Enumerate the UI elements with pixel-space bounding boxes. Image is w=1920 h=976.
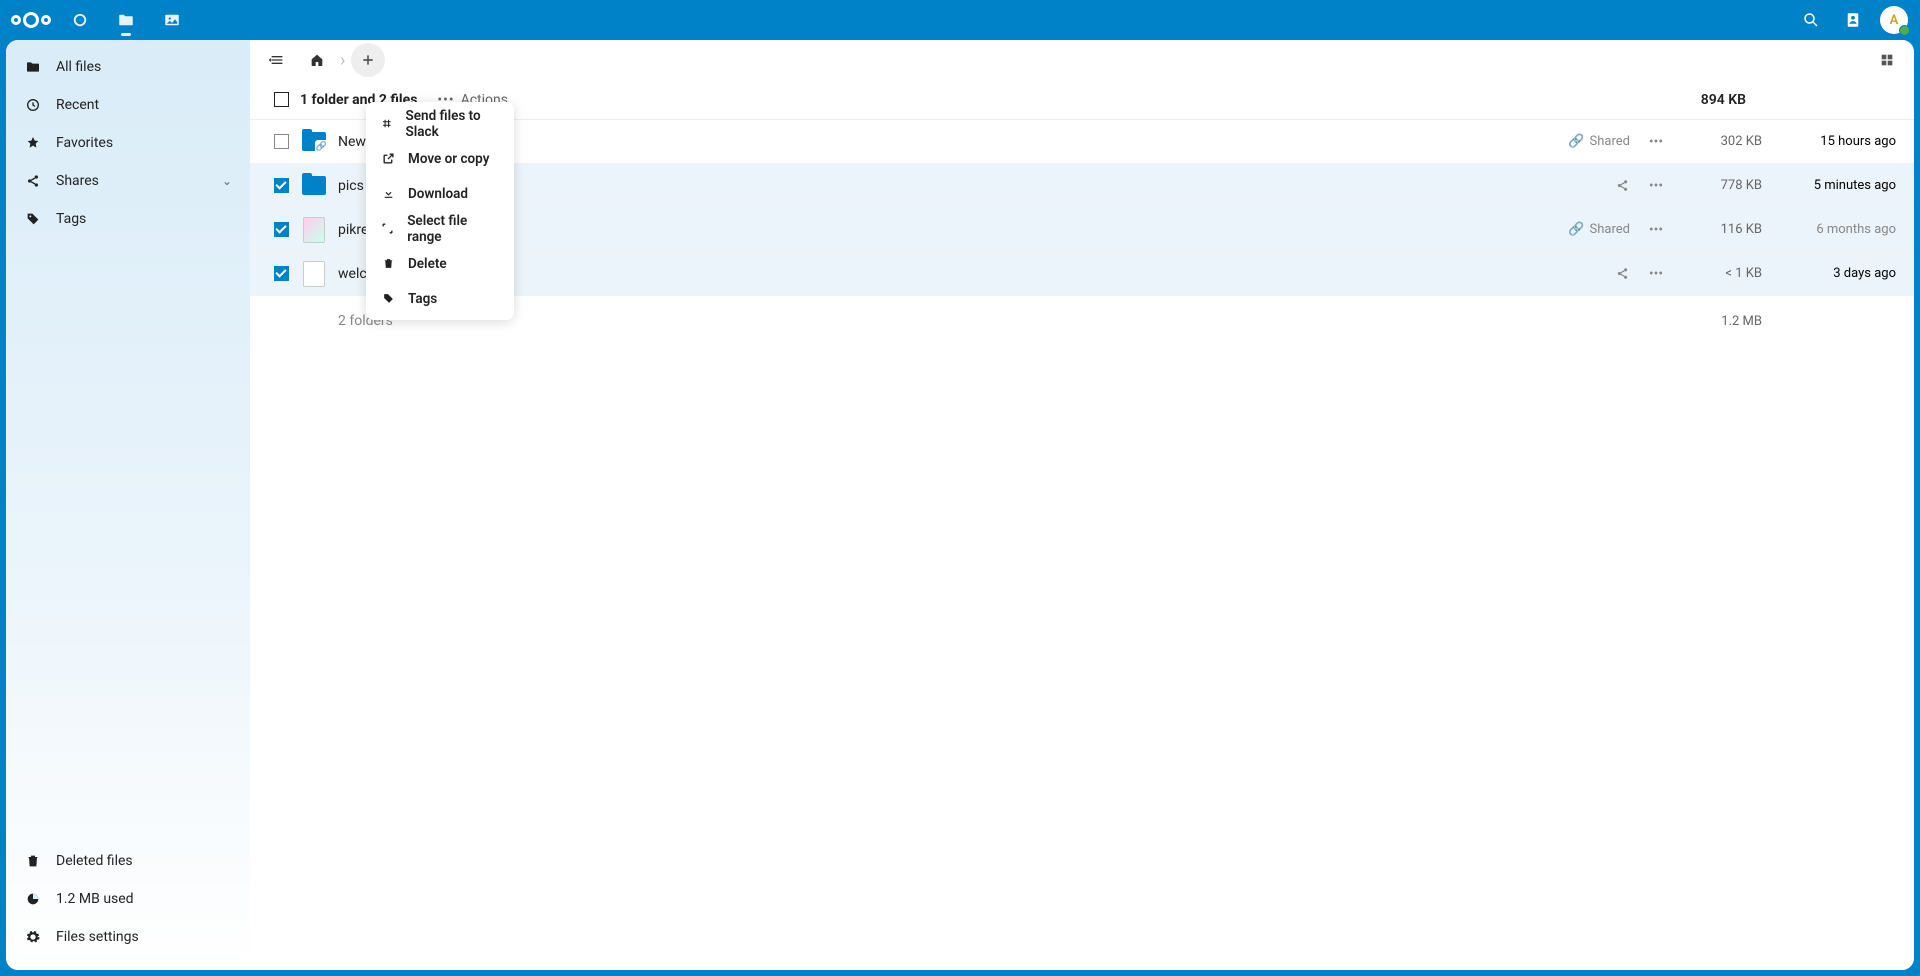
folder-icon — [300, 172, 328, 200]
new-button[interactable] — [351, 43, 385, 77]
tag-icon — [24, 211, 42, 227]
link-icon: 🔗 — [1568, 134, 1584, 149]
breadcrumb-bar: › — [250, 40, 1914, 80]
row-more-icon[interactable]: ••• — [1644, 266, 1668, 282]
sidebar-item-label: Tags — [56, 211, 86, 227]
file-modified: 3 days ago — [1776, 266, 1896, 281]
footer-size: 1.2 MB — [1682, 314, 1762, 329]
sidebar-item-label: 1.2 MB used — [56, 891, 134, 907]
sidebar-item-favorites[interactable]: Favorites — [6, 124, 250, 162]
nextcloud-logo[interactable] — [8, 8, 54, 32]
sidebar-files-settings[interactable]: Files settings — [6, 918, 250, 956]
row-more-icon[interactable]: ••• — [1644, 134, 1668, 150]
sidebar-quota[interactable]: 1.2 MB used — [6, 880, 250, 918]
sidebar-item-shares[interactable]: Shares ⌄ — [6, 162, 250, 200]
share-button[interactable] — [1560, 178, 1630, 193]
file-modified: 5 minutes ago — [1776, 178, 1896, 193]
sidebar-item-label: Favorites — [56, 135, 113, 151]
external-icon — [380, 152, 396, 165]
row-checkbox[interactable] — [274, 178, 289, 193]
breadcrumb-separator: › — [340, 50, 345, 71]
sidebar-item-label: Files settings — [56, 929, 139, 945]
file-modified: 15 hours ago — [1776, 134, 1896, 149]
user-avatar[interactable]: A — [1880, 6, 1908, 34]
grid-view-icon[interactable] — [1870, 43, 1904, 77]
sidebar-item-label: All files — [56, 59, 101, 75]
row-checkbox[interactable] — [274, 134, 289, 149]
menu-tags[interactable]: Tags — [366, 281, 514, 316]
files-app-icon[interactable] — [106, 0, 146, 40]
link-icon: 🔗 — [1568, 222, 1584, 237]
menu-download[interactable]: Download — [366, 176, 514, 211]
toggle-sidebar-icon[interactable] — [260, 43, 294, 77]
star-icon — [24, 135, 42, 151]
document-file-icon — [300, 260, 328, 288]
sidebar-item-all-files[interactable]: All files — [6, 48, 250, 86]
file-size: 116 KB — [1682, 222, 1762, 237]
file-size: < 1 KB — [1682, 266, 1762, 281]
range-icon — [380, 222, 395, 235]
share-icon — [24, 173, 42, 189]
search-icon[interactable] — [1792, 1, 1830, 39]
sidebar-item-label: Shares — [56, 173, 99, 189]
pie-icon — [24, 891, 42, 907]
select-all-checkbox[interactable] — [274, 92, 289, 107]
slack-icon: ⌗ — [380, 116, 394, 132]
image-file-icon — [300, 216, 328, 244]
file-modified: 6 months ago — [1776, 222, 1896, 237]
file-name: pics — [338, 178, 364, 194]
row-more-icon[interactable]: ••• — [1644, 222, 1668, 238]
row-more-icon[interactable]: ••• — [1644, 178, 1668, 194]
clock-icon — [24, 97, 42, 113]
share-button[interactable] — [1560, 266, 1630, 281]
folder-shared-icon: 🔗 — [300, 128, 328, 156]
sidebar-item-tags[interactable]: Tags — [6, 200, 250, 238]
share-status[interactable]: 🔗Shared — [1560, 134, 1630, 149]
sidebar-deleted-files[interactable]: Deleted files — [6, 842, 250, 880]
download-icon — [380, 187, 396, 200]
header-size: 894 KB — [1626, 92, 1746, 108]
dashboard-app-icon[interactable] — [60, 0, 100, 40]
photos-app-icon[interactable] — [152, 0, 192, 40]
trash-icon — [24, 853, 42, 869]
folder-icon — [24, 59, 42, 75]
menu-move-copy[interactable]: Move or copy — [366, 141, 514, 176]
trash-icon — [380, 257, 396, 270]
topbar: A — [0, 0, 1920, 40]
actions-menu: ⌗Send files to Slack Move or copy Downlo… — [366, 102, 514, 320]
contacts-icon[interactable] — [1834, 1, 1872, 39]
tag-icon — [380, 292, 396, 305]
chevron-down-icon[interactable]: ⌄ — [222, 174, 232, 188]
list-header: 1 folder and 2 files ••• Actions 894 KB … — [250, 80, 1914, 120]
share-status[interactable]: 🔗Shared — [1560, 222, 1630, 237]
sidebar-item-label: Deleted files — [56, 853, 133, 869]
menu-delete[interactable]: Delete — [366, 246, 514, 281]
home-icon[interactable] — [300, 43, 334, 77]
sidebar-item-recent[interactable]: Recent — [6, 86, 250, 124]
file-size: 302 KB — [1682, 134, 1762, 149]
menu-select-range[interactable]: Select file range — [366, 211, 514, 246]
file-size: 778 KB — [1682, 178, 1762, 193]
menu-send-to-slack[interactable]: ⌗Send files to Slack — [366, 106, 514, 141]
sidebar-item-label: Recent — [56, 97, 99, 113]
main-content: › 1 folder and 2 files ••• Actions 894 K… — [250, 40, 1914, 970]
sidebar: All files Recent Favorites Shares ⌄ Tags… — [6, 40, 250, 970]
row-checkbox[interactable] — [274, 266, 289, 281]
row-checkbox[interactable] — [274, 222, 289, 237]
gear-icon — [24, 929, 42, 945]
